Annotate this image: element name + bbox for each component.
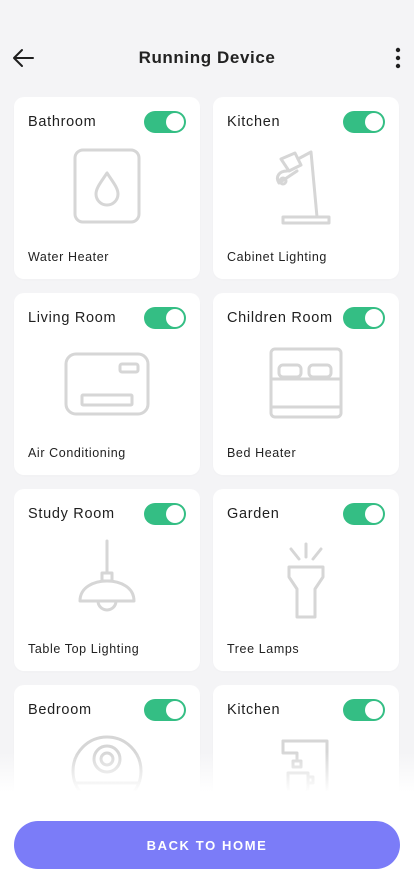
bed-icon — [261, 343, 351, 423]
power-toggle[interactable] — [144, 307, 186, 329]
toggle-knob — [365, 113, 383, 131]
air-conditioner-icon — [62, 343, 152, 423]
device-card[interactable]: Study Room Table Top Lighting — [14, 489, 200, 671]
toggle-knob — [166, 505, 184, 523]
device-card[interactable]: Kitchen Cabinet Lighting — [213, 97, 399, 279]
device-card[interactable]: Living Room Air Conditioning — [14, 293, 200, 475]
page-title: Running Device — [138, 48, 276, 67]
power-toggle[interactable] — [343, 111, 385, 133]
device-card[interactable]: Garden Tree Lamps — [213, 489, 399, 671]
power-toggle[interactable] — [144, 503, 186, 525]
pendant-lamp-icon — [62, 539, 152, 619]
device-card[interactable]: Bathroom Water Heater — [14, 97, 200, 279]
toggle-knob — [365, 701, 383, 719]
power-toggle[interactable] — [343, 307, 385, 329]
room-label: Living Room — [28, 310, 117, 326]
scroll-fade — [0, 752, 414, 792]
device-name: Air Conditioning — [28, 446, 126, 460]
device-name: Tree Lamps — [227, 642, 300, 656]
room-label: Bedroom — [28, 702, 92, 718]
toggle-knob — [365, 505, 383, 523]
device-name: Bed Heater — [227, 446, 297, 460]
footer: BACK TO HOME — [0, 791, 414, 896]
device-name: Water Heater — [28, 250, 110, 264]
toggle-knob — [166, 113, 184, 131]
room-label: Study Room — [28, 506, 115, 522]
more-vertical-icon — [395, 47, 401, 69]
power-toggle[interactable] — [343, 503, 385, 525]
device-name: Cabinet Lighting — [227, 250, 327, 264]
device-name: Table Top Lighting — [28, 642, 140, 656]
room-label: Bathroom — [28, 114, 97, 130]
power-toggle[interactable] — [144, 111, 186, 133]
room-label: Children Room — [227, 310, 333, 326]
flashlight-icon — [261, 539, 351, 619]
power-toggle[interactable] — [144, 699, 186, 721]
back-to-home-button[interactable]: BACK TO HOME — [14, 821, 400, 869]
room-label: Garden — [227, 506, 280, 522]
header: Running Device — [0, 0, 414, 96]
water-heater-icon — [62, 147, 152, 227]
device-card[interactable]: Children Room Bed Heater — [213, 293, 399, 475]
power-toggle[interactable] — [343, 699, 385, 721]
more-options-button[interactable] — [390, 44, 406, 72]
toggle-knob — [166, 701, 184, 719]
room-label: Kitchen — [227, 702, 281, 718]
room-label: Kitchen — [227, 114, 281, 130]
desk-lamp-icon — [261, 147, 351, 227]
toggle-knob — [166, 309, 184, 327]
toggle-knob — [365, 309, 383, 327]
